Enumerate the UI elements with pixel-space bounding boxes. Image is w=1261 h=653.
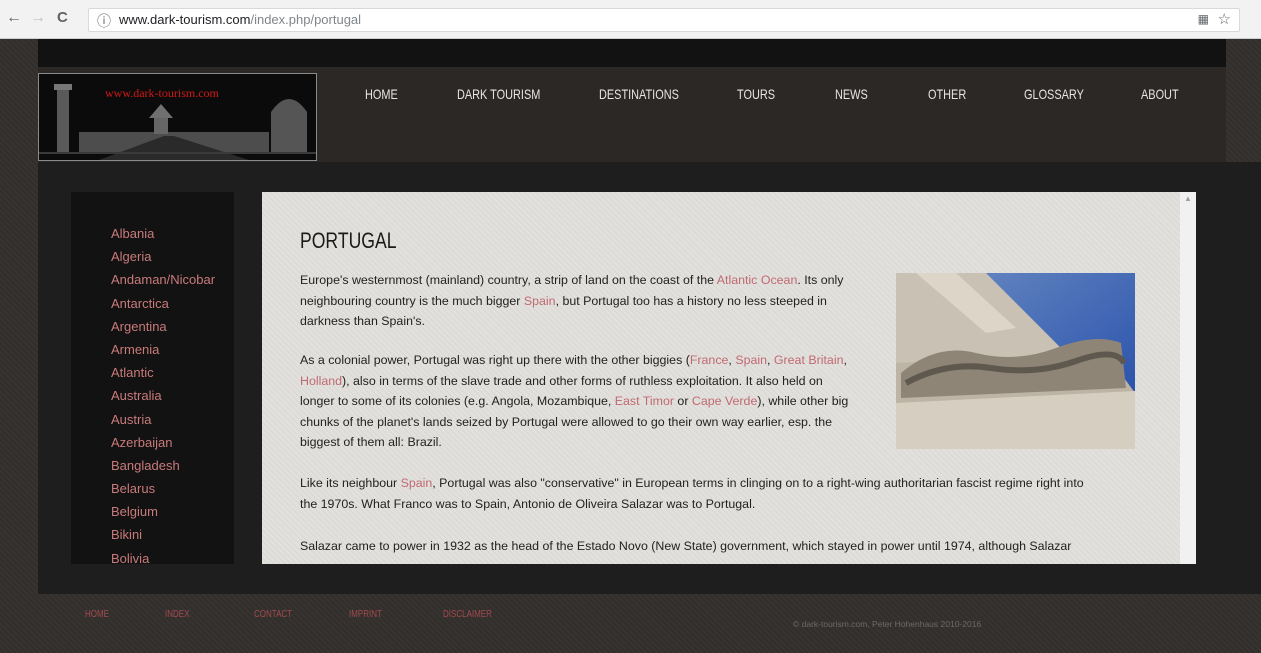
- site-logo[interactable]: www.dark-tourism.com: [38, 73, 317, 161]
- p3-text-1: Like its neighbour: [300, 476, 401, 490]
- page-title: PORTUGAL: [300, 228, 397, 253]
- footer-home[interactable]: HOME: [85, 609, 109, 620]
- nav-dark-tourism[interactable]: DARK TOURISM: [457, 86, 540, 102]
- nav-tours[interactable]: TOURS: [737, 86, 775, 102]
- p2-text-3: longer to some of its colonies (e.g. Ang…: [300, 394, 615, 408]
- sidebar-item-atlantic[interactable]: Atlantic: [111, 361, 215, 384]
- p3-text-2: , Portugal was also "conservative" in Eu…: [432, 476, 1084, 490]
- forward-icon[interactable]: →: [30, 9, 46, 27]
- sidebar-item-argentina[interactable]: Argentina: [111, 315, 215, 338]
- link-atlantic-ocean[interactable]: Atlantic Ocean: [717, 273, 798, 287]
- link-spain[interactable]: Spain: [401, 476, 433, 490]
- link-france[interactable]: France: [690, 353, 729, 367]
- p2-text-5: chunks of the planet's lands seized by P…: [300, 414, 833, 429]
- bottom-strip: [38, 564, 1261, 594]
- url-text[interactable]: www.dark-tourism.com/index.php/portugal: [119, 12, 361, 27]
- footer-index[interactable]: INDEX: [165, 609, 189, 620]
- back-icon[interactable]: ←: [6, 9, 22, 27]
- nav-other[interactable]: OTHER: [928, 86, 966, 102]
- paragraph-1: Europe's westernmost (mainland) country,…: [300, 270, 843, 332]
- sidebar-item-algeria[interactable]: Algeria: [111, 245, 215, 268]
- page: www.dark-tourism.com HOME DARK TOURISM D…: [0, 39, 1261, 653]
- p2-text-2: ), also in terms of the slave trade and …: [342, 373, 823, 388]
- p2-text-6: biggest of them all: Brazil.: [300, 435, 442, 449]
- sidebar-item-austria[interactable]: Austria: [111, 408, 215, 431]
- footer-imprint[interactable]: IMPRINT: [349, 609, 382, 620]
- browser-toolbar: ← → C ⓘ www.dark-tourism.com/index.php/p…: [0, 0, 1261, 39]
- link-east-timor[interactable]: East Timor: [615, 394, 674, 408]
- link-holland[interactable]: Holland: [300, 374, 342, 388]
- p1-text-5: darkness than Spain's.: [300, 314, 425, 328]
- link-cape-verde[interactable]: Cape Verde: [692, 394, 757, 408]
- p2-text-4: ), while other big: [757, 394, 849, 408]
- translate-icon[interactable]: ▦: [1198, 12, 1209, 26]
- article-panel: PORTUGAL Europe's westernmost (mainland)…: [262, 192, 1180, 564]
- paragraph-4: Salazar came to power in 1932 as the hea…: [300, 536, 1071, 557]
- url-host: www.dark-tourism.com: [119, 12, 251, 27]
- p1-text-2: . Its only: [797, 273, 844, 287]
- p4-text-1: Salazar came to power in 1932 as the hea…: [300, 539, 1072, 553]
- footer-contact[interactable]: CONTACT: [254, 609, 292, 620]
- sidebar-item-belgium[interactable]: Belgium: [111, 500, 215, 523]
- country-sidebar: Albania Algeria Andaman/Nicobar Antarcti…: [71, 192, 234, 564]
- monument-photo: [896, 273, 1135, 449]
- p2-sep-2: ,: [767, 353, 774, 367]
- p2-text-or: or: [673, 394, 692, 408]
- sidebar-item-antarctica[interactable]: Antarctica: [111, 292, 215, 315]
- link-spain[interactable]: Spain: [524, 294, 556, 308]
- address-bar[interactable]: ⓘ www.dark-tourism.com/index.php/portuga…: [88, 8, 1240, 32]
- link-spain[interactable]: Spain: [735, 353, 767, 367]
- sidebar-item-australia[interactable]: Australia: [111, 384, 215, 407]
- url-path: /index.php/portugal: [250, 12, 362, 27]
- sidebar-item-armenia[interactable]: Armenia: [111, 338, 215, 361]
- p1-text-4: , but Portugal too has a history no less…: [555, 293, 827, 308]
- nav-news[interactable]: NEWS: [835, 86, 868, 102]
- sidebar-item-bolivia[interactable]: Bolivia: [111, 547, 215, 564]
- site-header: www.dark-tourism.com HOME DARK TOURISM D…: [38, 67, 1226, 162]
- p1-text-1: Europe's westernmost (mainland) country,…: [300, 273, 717, 287]
- nav-destinations[interactable]: DESTINATIONS: [599, 86, 679, 102]
- p2-text-1: As a colonial power, Portugal was right …: [300, 353, 690, 367]
- top-bar: [38, 39, 1226, 67]
- scroll-up-icon[interactable]: ▲: [1184, 194, 1192, 203]
- copyright: © dark-tourism.com, Peter Hohenhaus 2010…: [793, 619, 982, 629]
- nav-glossary[interactable]: GLOSSARY: [1024, 86, 1084, 102]
- paragraph-2: As a colonial power, Portugal was right …: [300, 350, 848, 453]
- sidebar-item-azerbaijan[interactable]: Azerbaijan: [111, 431, 215, 454]
- nav-about[interactable]: ABOUT: [1141, 86, 1179, 102]
- p3-text-3: the 1970s. What Franco was to Spain, Ant…: [300, 496, 756, 511]
- paragraph-3: Like its neighbour Spain, Portugal was a…: [300, 473, 1084, 514]
- link-great-britain[interactable]: Great Britain: [774, 353, 844, 367]
- p1-text-3: neighbouring country is the much bigger: [300, 293, 524, 308]
- nav-home[interactable]: HOME: [365, 86, 398, 102]
- panel-scrollbar[interactable]: ▲: [1180, 192, 1196, 564]
- sidebar-item-bikini[interactable]: Bikini: [111, 523, 215, 546]
- p2-sep-3: ,: [843, 353, 847, 367]
- photo-image: [896, 273, 1135, 449]
- sidebar-item-belarus[interactable]: Belarus: [111, 477, 215, 500]
- info-icon[interactable]: ⓘ: [97, 11, 111, 31]
- reload-icon[interactable]: C: [57, 9, 68, 26]
- country-list: Albania Algeria Andaman/Nicobar Antarcti…: [111, 222, 215, 564]
- sidebar-item-albania[interactable]: Albania: [111, 222, 215, 245]
- footer-disclaimer[interactable]: DISCLAIMER: [443, 609, 492, 620]
- bookmark-star-icon[interactable]: ☆: [1218, 10, 1231, 28]
- sidebar-item-andaman-nicobar[interactable]: Andaman/Nicobar: [111, 268, 215, 291]
- logo-text: www.dark-tourism.com: [105, 86, 219, 100]
- sidebar-item-bangladesh[interactable]: Bangladesh: [111, 454, 215, 477]
